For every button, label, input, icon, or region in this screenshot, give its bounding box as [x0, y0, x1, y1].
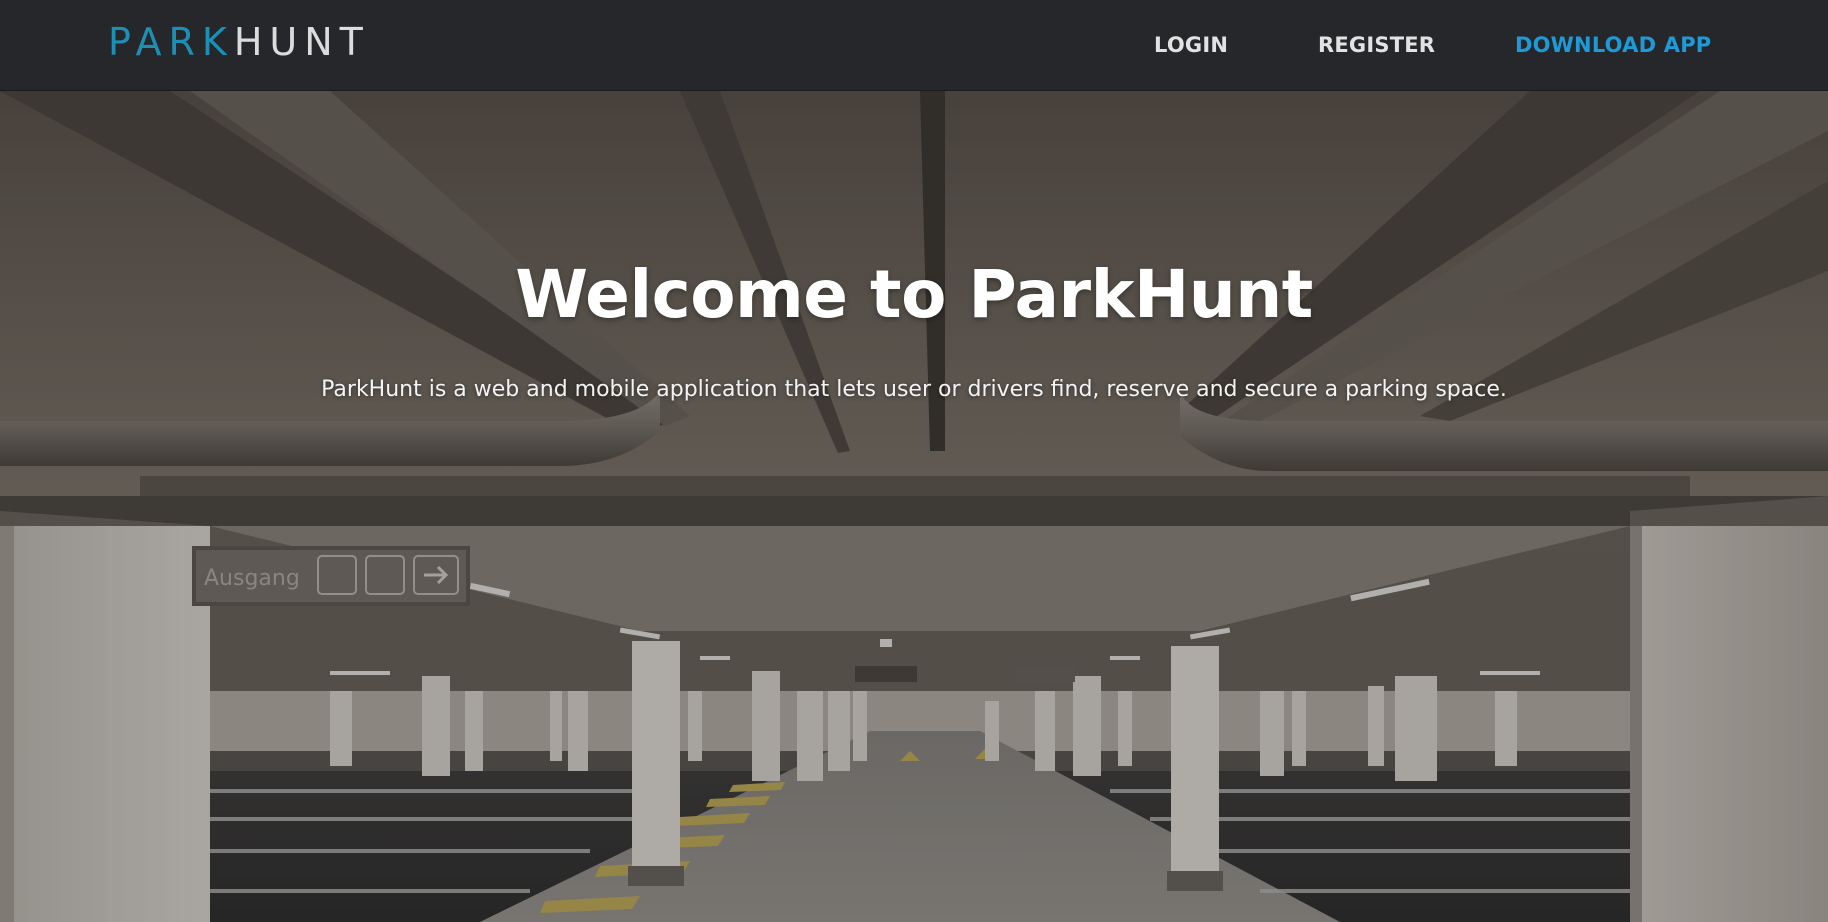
login-link[interactable]: LOGIN	[1154, 30, 1228, 60]
top-navbar: PARKHUNT LOGIN REGISTER DOWNLOAD APP	[0, 0, 1828, 91]
nav-links: LOGIN REGISTER DOWNLOAD APP	[0, 30, 1828, 60]
register-link[interactable]: REGISTER	[1318, 30, 1435, 60]
download-app-link[interactable]: DOWNLOAD APP	[1515, 30, 1711, 60]
hero-overlay	[0, 91, 1828, 922]
hero-subtitle: ParkHunt is a web and mobile application…	[321, 377, 1507, 402]
hero-title: Welcome to ParkHunt	[515, 256, 1313, 333]
hero-section: Ausgang Welcome to ParkHunt ParkHunt is …	[0, 91, 1828, 922]
